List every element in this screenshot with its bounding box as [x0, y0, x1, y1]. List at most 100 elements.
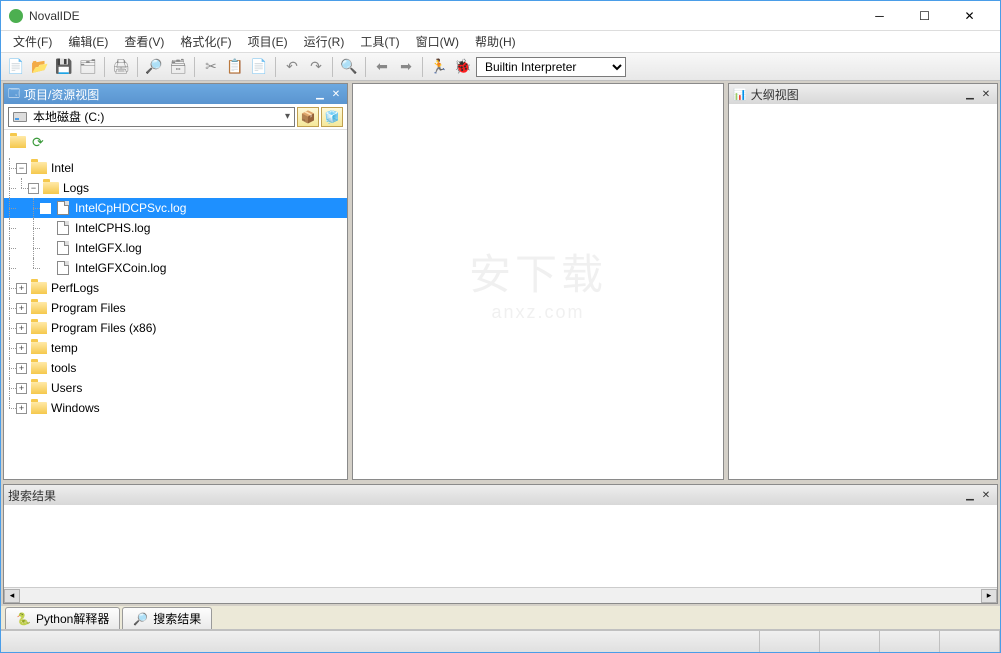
tree-node-label: IntelGFXCoin.log	[75, 261, 166, 275]
menu-edit[interactable]: 编辑(E)	[60, 31, 116, 52]
status-cell	[1, 631, 760, 652]
menu-window[interactable]: 窗口(W)	[408, 31, 467, 52]
project-panel-label: 项目/资源视图	[24, 86, 311, 103]
menu-view[interactable]: 查看(V)	[116, 31, 172, 52]
menu-bar: 文件(F) 编辑(E) 查看(V) 格式化(F) 项目(E) 运行(R) 工具(…	[1, 31, 1000, 53]
tab-search-results[interactable]: 🔎 搜索结果	[122, 607, 212, 629]
panel-close-button[interactable]: ✕	[979, 488, 993, 502]
menu-format[interactable]: 格式化(F)	[172, 31, 239, 52]
tree-node-folder[interactable]: −Intel	[4, 158, 347, 178]
interpreter-select[interactable]: Builtin Interpreter	[476, 57, 626, 77]
search-result-icon: 🔎	[133, 612, 148, 626]
package-button-1[interactable]: 📦	[297, 107, 319, 127]
status-bar	[1, 630, 1000, 652]
debug-button[interactable]: 🐞	[452, 56, 474, 78]
tree-node-folder[interactable]: + tools	[4, 358, 347, 378]
package-button-2[interactable]: 🧊	[321, 107, 343, 127]
copy-button[interactable]: 📋	[224, 56, 246, 78]
separator-icon	[422, 57, 423, 77]
tree-node-folder[interactable]: + Program Files (x86)	[4, 318, 347, 338]
paste-button[interactable]: 📄	[248, 56, 270, 78]
tree-toggle[interactable]: +	[16, 383, 27, 394]
menu-file[interactable]: 文件(F)	[5, 31, 60, 52]
project-panel-title: 🗔 项目/资源视图 ▁ ✕	[4, 84, 347, 104]
tree-node-label: tools	[51, 361, 76, 375]
tree-toggle[interactable]: −	[16, 163, 27, 174]
tree-node-file[interactable]: IntelCpHDCPSvc.log	[4, 198, 347, 218]
zoom-button[interactable]: 🔍	[338, 56, 360, 78]
menu-help[interactable]: 帮助(H)	[467, 31, 524, 52]
chevron-down-icon: ▾	[285, 111, 290, 122]
find-files-button[interactable]: 🗃	[167, 56, 189, 78]
watermark-line1: 安下载	[469, 241, 607, 302]
folder-up-icon[interactable]	[10, 136, 26, 148]
tree-toggle[interactable]: +	[16, 283, 27, 294]
close-button[interactable]: ✕	[947, 1, 992, 31]
drive-select[interactable]: 本地磁盘 (C:) ▾	[8, 107, 295, 127]
panel-minimize-button[interactable]: ▁	[963, 87, 977, 101]
scroll-right-button[interactable]: ▸	[981, 589, 997, 603]
tree-node-file[interactable]: IntelCPHS.log	[4, 218, 347, 238]
outline-panel-title: 📊 大纲视图 ▁ ✕	[729, 84, 997, 104]
tree-toggle[interactable]: +	[16, 303, 27, 314]
tree-node-folder[interactable]: −Logs	[4, 178, 347, 198]
file-tree[interactable]: −Intel−Logs IntelCpHDCPSvc.log IntelCPHS.l…	[4, 154, 347, 479]
menu-project[interactable]: 项目(E)	[240, 31, 296, 52]
redo-button[interactable]: ↷	[305, 56, 327, 78]
tree-node-label: Program Files (x86)	[51, 321, 156, 335]
separator-icon	[332, 57, 333, 77]
maximize-button[interactable]: ☐	[902, 1, 947, 31]
tree-toggle[interactable]: +	[16, 363, 27, 374]
disk-icon	[13, 112, 27, 122]
tree-node-folder[interactable]: + Users	[4, 378, 347, 398]
horizontal-scrollbar[interactable]: ◂ ▸	[4, 587, 997, 603]
separator-icon	[137, 57, 138, 77]
tab-python-interpreter[interactable]: 🐍 Python解释器	[5, 607, 120, 629]
tree-toggle[interactable]: +	[16, 323, 27, 334]
menu-tools[interactable]: 工具(T)	[352, 31, 407, 52]
tree-node-label: Windows	[51, 401, 100, 415]
panel-minimize-button[interactable]: ▁	[963, 488, 977, 502]
tree-node-folder[interactable]: + PerfLogs	[4, 278, 347, 298]
tree-node-label: Users	[51, 381, 82, 395]
tree-node-folder[interactable]: + temp	[4, 338, 347, 358]
editor-body[interactable]: 安下载 anxz.com	[353, 84, 723, 479]
tree-node-label: PerfLogs	[51, 281, 99, 295]
python-icon: 🐍	[16, 612, 31, 626]
tree-node-folder[interactable]: +Program Files	[4, 298, 347, 318]
scroll-left-button[interactable]: ◂	[4, 589, 20, 603]
panel-close-button[interactable]: ✕	[329, 87, 343, 101]
panel-close-button[interactable]: ✕	[979, 87, 993, 101]
tree-node-file[interactable]: IntelGFX.log	[4, 238, 347, 258]
print-button[interactable]: 🖨	[110, 56, 132, 78]
nav-row: ⟳	[4, 130, 347, 154]
save-all-button[interactable]: 🗂	[77, 56, 99, 78]
outline-icon: 📊	[733, 88, 747, 101]
tree-toggle[interactable]: +	[16, 343, 27, 354]
tool-bar: 📄 📂 💾 🗂 🖨 🔎 🗃 ✂ 📋 📄 ↶ ↷ 🔍 ⬅ ➡ 🏃 🐞 Builti…	[1, 53, 1000, 81]
tree-toggle[interactable]: +	[16, 403, 27, 414]
run-button[interactable]: 🏃	[428, 56, 450, 78]
open-button[interactable]: 📂	[29, 56, 51, 78]
tree-toggle[interactable]: −	[28, 183, 39, 194]
nav-forward-button[interactable]: ➡	[395, 56, 417, 78]
menu-run[interactable]: 运行(R)	[296, 31, 353, 52]
tab-label: Python解释器	[36, 610, 109, 627]
minimize-button[interactable]: ─	[857, 1, 902, 31]
find-button[interactable]: 🔎	[143, 56, 165, 78]
tree-node-label: IntelCpHDCPSvc.log	[75, 201, 186, 215]
panel-icon: 🗔	[8, 85, 20, 104]
nav-back-button[interactable]: ⬅	[371, 56, 393, 78]
watermark: 安下载 anxz.com	[469, 241, 607, 323]
tree-node-folder[interactable]: + Windows	[4, 398, 347, 418]
undo-button[interactable]: ↶	[281, 56, 303, 78]
panel-minimize-button[interactable]: ▁	[313, 87, 327, 101]
tree-node-label: temp	[51, 341, 78, 355]
status-cell	[760, 631, 820, 652]
refresh-icon[interactable]: ⟳	[32, 134, 44, 151]
tree-node-file[interactable]: IntelGFXCoin.log	[4, 258, 347, 278]
cut-button[interactable]: ✂	[200, 56, 222, 78]
status-cell	[880, 631, 940, 652]
new-file-button[interactable]: 📄	[5, 56, 27, 78]
save-button[interactable]: 💾	[53, 56, 75, 78]
